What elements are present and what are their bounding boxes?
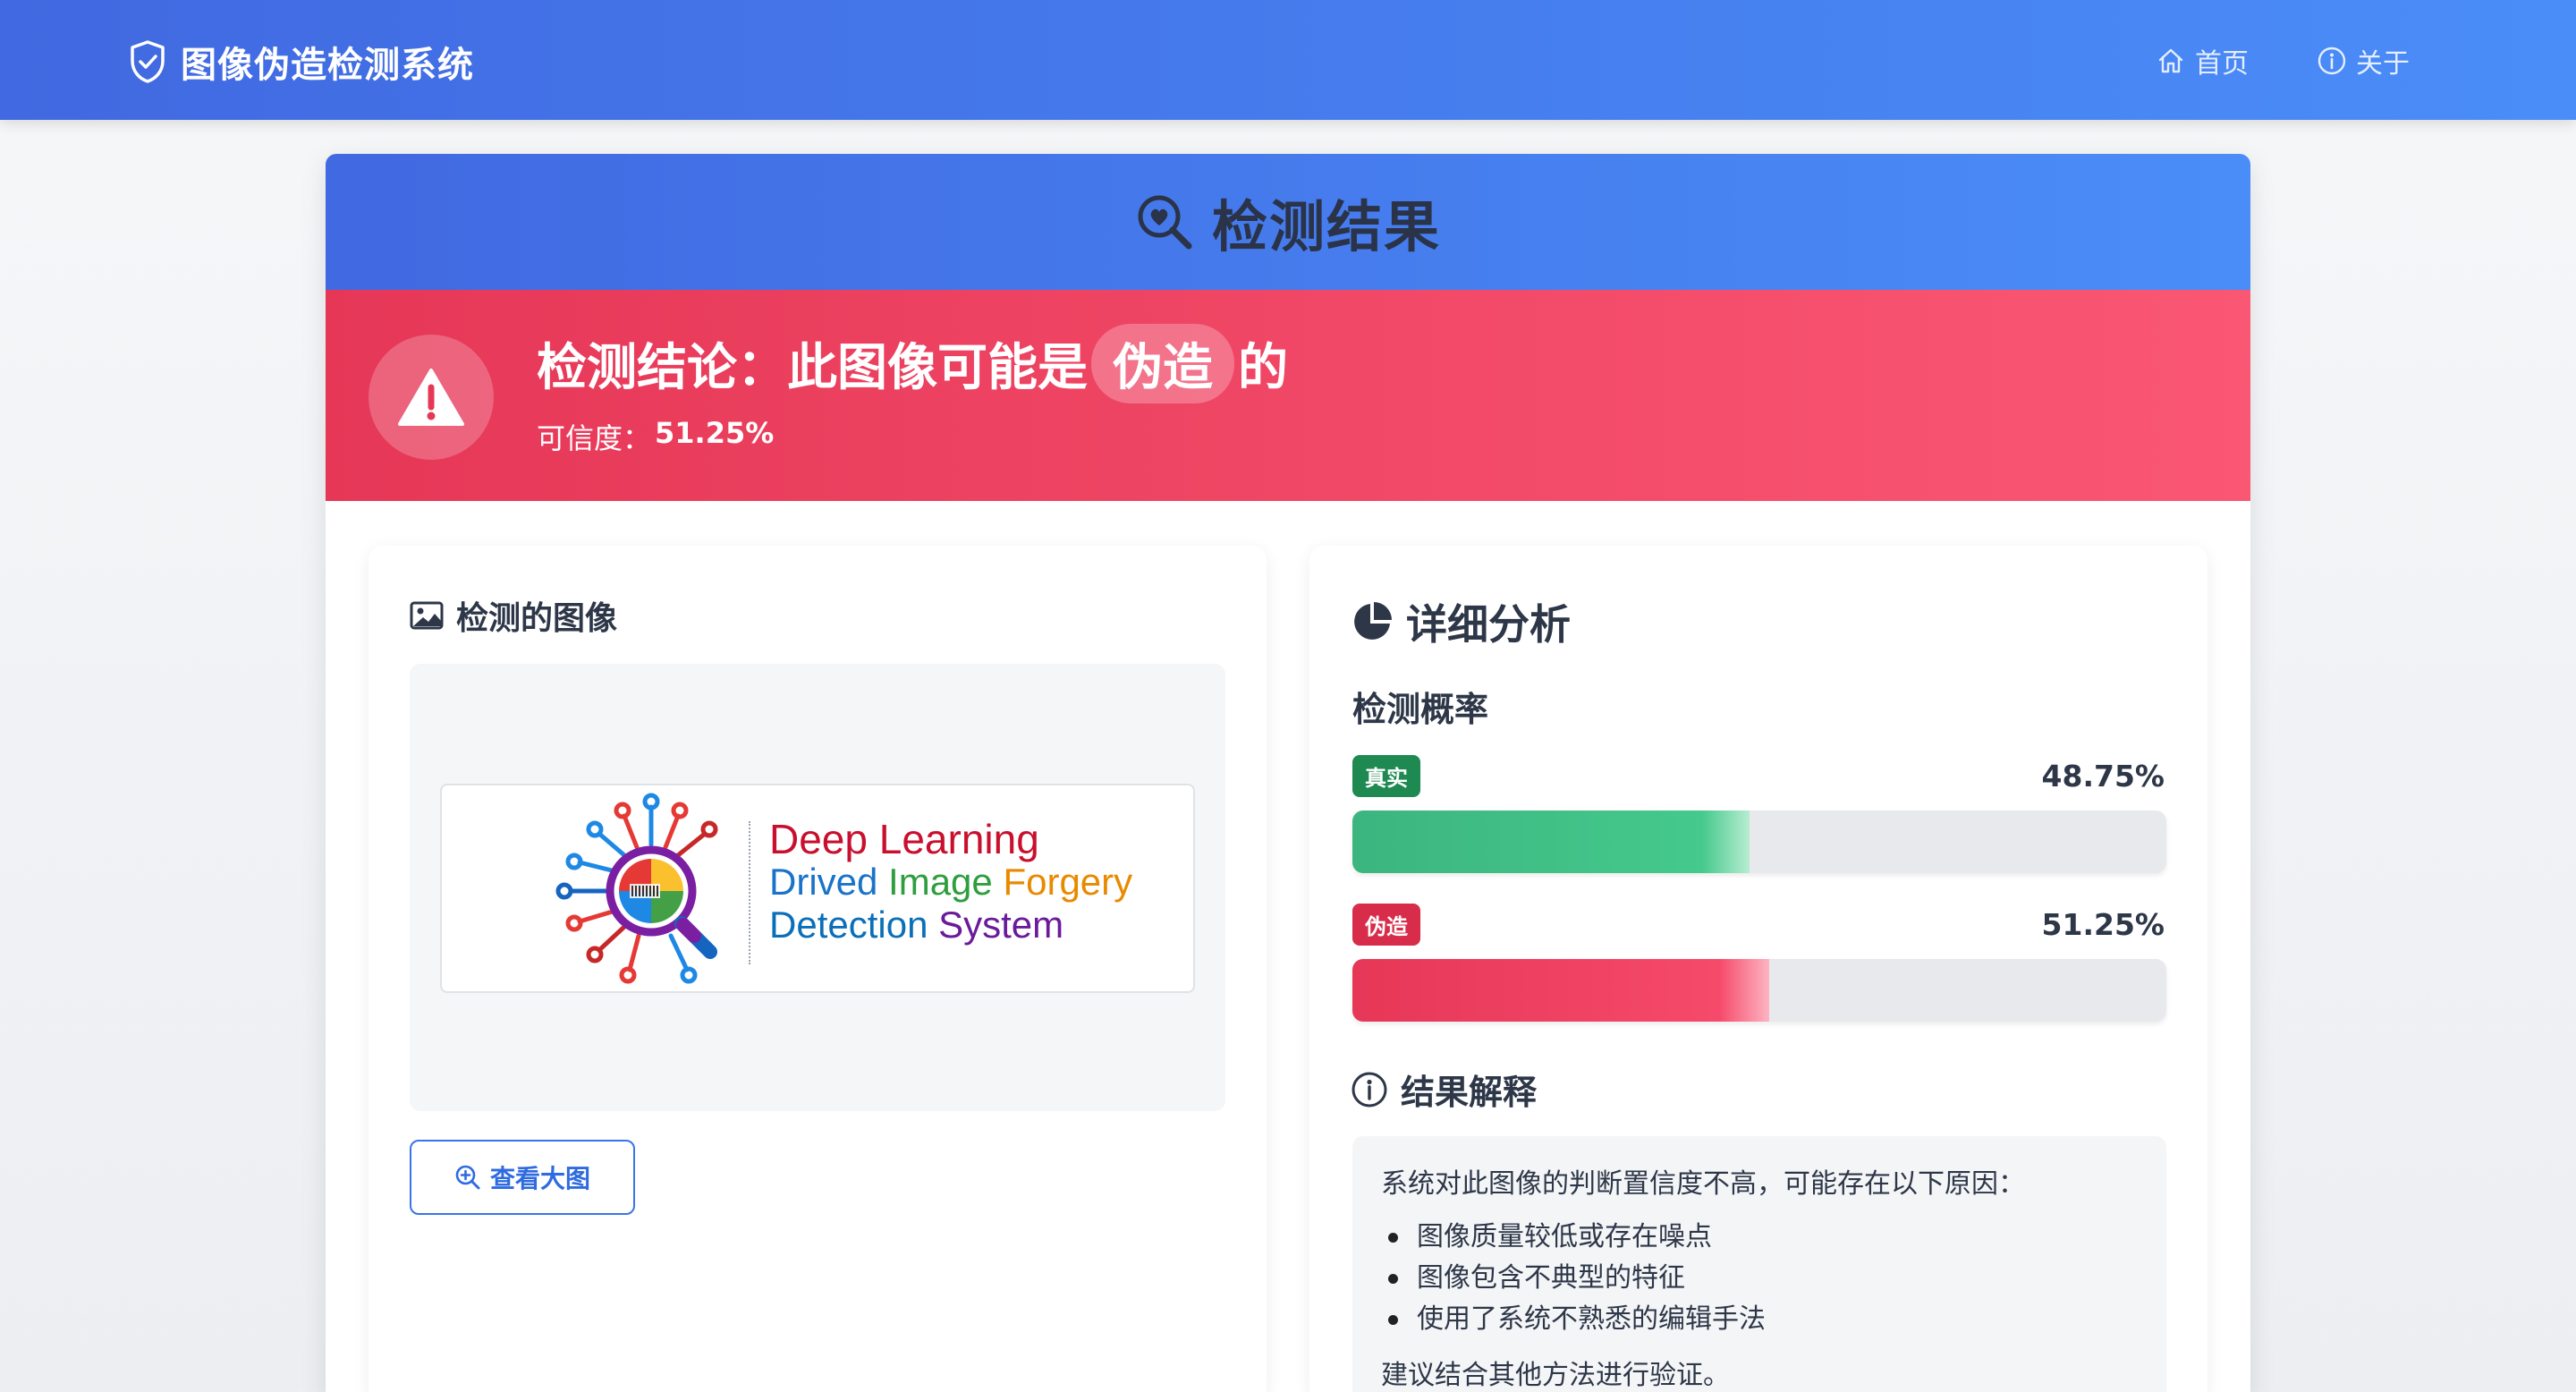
confidence-label: 可信度： [537, 421, 652, 455]
logo-line-3: Detection System [769, 904, 1132, 946]
logo-word: Drived [769, 861, 878, 903]
explanation-suggestion: 建议结合其他方法进行验证。 [1381, 1360, 1730, 1391]
top-navbar: 图像伪造检测系统 首页 关于 [0, 0, 2576, 120]
real-badge: 真实 [1352, 755, 1420, 797]
detected-image[interactable]: Deep Learning Drived Image Forgery Detec… [440, 784, 1195, 993]
nav-about-label: 关于 [2356, 48, 2410, 80]
fake-probability-fill [1352, 959, 1770, 1022]
logo-word: Image [888, 861, 993, 903]
analysis-title: 详细分析 [1351, 592, 1571, 651]
image-icon [410, 601, 444, 630]
view-large-button[interactable]: 查看大图 [410, 1140, 635, 1215]
image-preview-area: Deep Learning Drived Image Forgery Detec… [410, 664, 1225, 1111]
result-header: 检测结果 [326, 154, 2250, 290]
logo-line-1: Deep Learning [769, 816, 1039, 862]
search-heart-icon [1138, 195, 1192, 250]
warning-icon [398, 369, 464, 426]
brand[interactable]: 图像伪造检测系统 [129, 36, 474, 88]
verdict-banner: 检测结论：此图像可能是 伪造 的 可信度： 51.25% [326, 290, 2250, 501]
explanation-box: 系统对此图像的判断置信度不高，可能存在以下原因： 图像质量较低或存在噪点 图像包… [1352, 1136, 2166, 1392]
result-title: 检测结果 [1211, 194, 1441, 259]
logo-word: System [938, 904, 1064, 946]
home-icon [2158, 48, 2183, 73]
verdict-prefix: 检测结论：此图像可能是 [537, 339, 1088, 397]
list-item: 使用了系统不熟悉的编辑手法 [1381, 1299, 2138, 1340]
confidence-line: 可信度： 51.25% [537, 416, 1288, 457]
list-item: 图像质量较低或存在噪点 [1381, 1217, 2138, 1258]
confidence-value: 51.25% [655, 416, 775, 450]
analysis-title-text: 详细分析 [1406, 600, 1571, 649]
reason-list: 图像质量较低或存在噪点 图像包含不典型的特征 使用了系统不熟悉的编辑手法 [1381, 1217, 2138, 1340]
verdict-label-badge: 伪造 [1091, 324, 1234, 403]
real-probability-value: 48.75% [2041, 759, 2165, 794]
fake-probability-value: 51.25% [2041, 907, 2165, 942]
info-icon [1352, 1072, 1387, 1107]
image-panel-title: 检测的图像 [410, 592, 617, 639]
logo-line-2: Drived Image Forgery [769, 861, 1132, 904]
explanation-title: 结果解释 [1351, 1065, 1537, 1114]
image-panel-title-text: 检测的图像 [456, 600, 618, 637]
fake-badge: 伪造 [1352, 904, 1420, 946]
verdict-line: 检测结论：此图像可能是 伪造 的 [537, 324, 1288, 403]
explanation-title-text: 结果解释 [1401, 1073, 1538, 1112]
app-title: 图像伪造检测系统 [181, 45, 474, 86]
view-large-button-label: 查看大图 [489, 1164, 590, 1193]
verdict-suffix: 的 [1238, 339, 1288, 397]
fake-probability-bar [1352, 959, 2166, 1022]
shield-check-icon [131, 40, 165, 83]
nav-home-label: 首页 [2195, 48, 2249, 80]
probability-title: 检测概率 [1352, 690, 1489, 729]
analysis-panel: 详细分析 检测概率 真实 48.75% 伪造 51.25% 结果解释 系统对此图… [1309, 546, 2207, 1392]
pie-chart-icon [1354, 602, 1392, 640]
logo-divider [749, 821, 750, 964]
real-probability-fill [1352, 811, 1750, 873]
image-panel: 检测的图像 Deep Learning Drived Image Forgery… [369, 546, 1267, 1392]
nav-about-link[interactable]: 关于 [2317, 41, 2410, 81]
explanation-intro: 系统对此图像的判断置信度不高，可能存在以下原因： [1381, 1168, 2025, 1200]
real-probability-bar [1352, 811, 2166, 873]
logo-word: Detection [769, 904, 928, 946]
logo-word: Forgery [1003, 861, 1133, 903]
nav-home-link[interactable]: 首页 [2156, 41, 2249, 81]
zoom-in-icon [455, 1165, 480, 1190]
list-item: 图像包含不典型的特征 [1381, 1258, 2138, 1299]
magnifier-logo-icon [555, 793, 718, 984]
verdict-text: 检测结论：此图像可能是 伪造 的 可信度： 51.25% [537, 324, 1288, 457]
info-icon [2318, 47, 2346, 75]
logo-text: Deep Learning Drived Image Forgery Detec… [769, 818, 1132, 946]
warning-icon-circle [369, 335, 494, 460]
